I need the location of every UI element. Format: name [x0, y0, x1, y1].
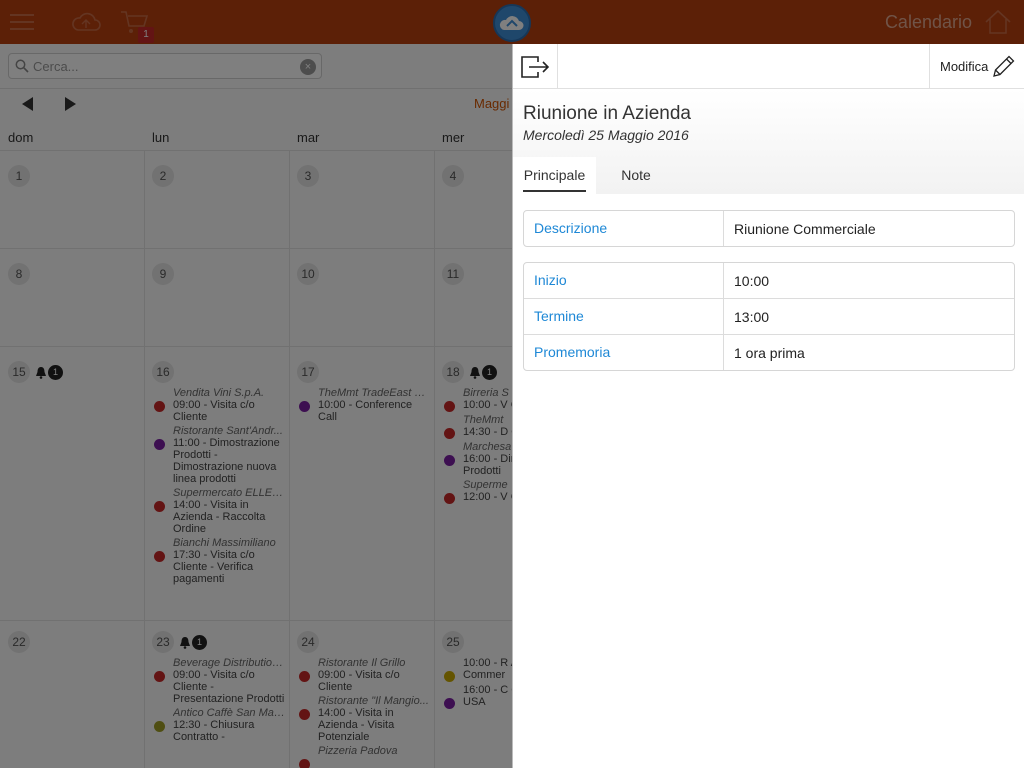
start-row: Inizio 10:00 [524, 263, 1014, 298]
tab-principale[interactable]: Principale [513, 157, 596, 194]
end-value: 13:00 [734, 309, 770, 325]
detail-tabs: Principale Note [513, 157, 1024, 194]
tab-label: Principale [523, 167, 586, 183]
active-tab-indicator [523, 190, 586, 192]
time-table: Inizio 10:00 Termine 13:00 Promemoria 1 … [523, 262, 1015, 371]
description-value: Riunione Commerciale [734, 221, 876, 237]
reminder-value: 1 ora prima [734, 345, 805, 361]
end-label: Termine [524, 299, 724, 334]
reminder-row: Promemoria 1 ora prima [524, 334, 1014, 370]
pencil-icon [993, 55, 1015, 77]
reminder-label: Promemoria [524, 335, 724, 370]
description-table: Descrizione Riunione Commerciale [523, 210, 1015, 247]
end-row: Termine 13:00 [524, 298, 1014, 334]
start-value: 10:00 [734, 273, 770, 289]
exit-icon [521, 55, 550, 78]
start-label: Inizio [524, 263, 724, 298]
tab-label: Note [621, 167, 651, 183]
event-detail-panel: Modifica Riunione in Azienda Mercoledì 2… [512, 44, 1024, 768]
edit-label: Modifica [940, 59, 989, 74]
description-label: Descrizione [524, 211, 724, 246]
event-title: Riunione in Azienda [523, 103, 691, 124]
panel-toolbar: Modifica [513, 44, 1024, 89]
description-row: Descrizione Riunione Commerciale [524, 211, 1014, 246]
event-date: Mercoledì 25 Maggio 2016 [523, 127, 689, 143]
close-panel-button[interactable] [513, 44, 558, 89]
edit-button[interactable]: Modifica [929, 44, 1024, 89]
event-header: Riunione in Azienda Mercoledì 25 Maggio … [513, 89, 1024, 194]
tab-note[interactable]: Note [599, 157, 673, 194]
